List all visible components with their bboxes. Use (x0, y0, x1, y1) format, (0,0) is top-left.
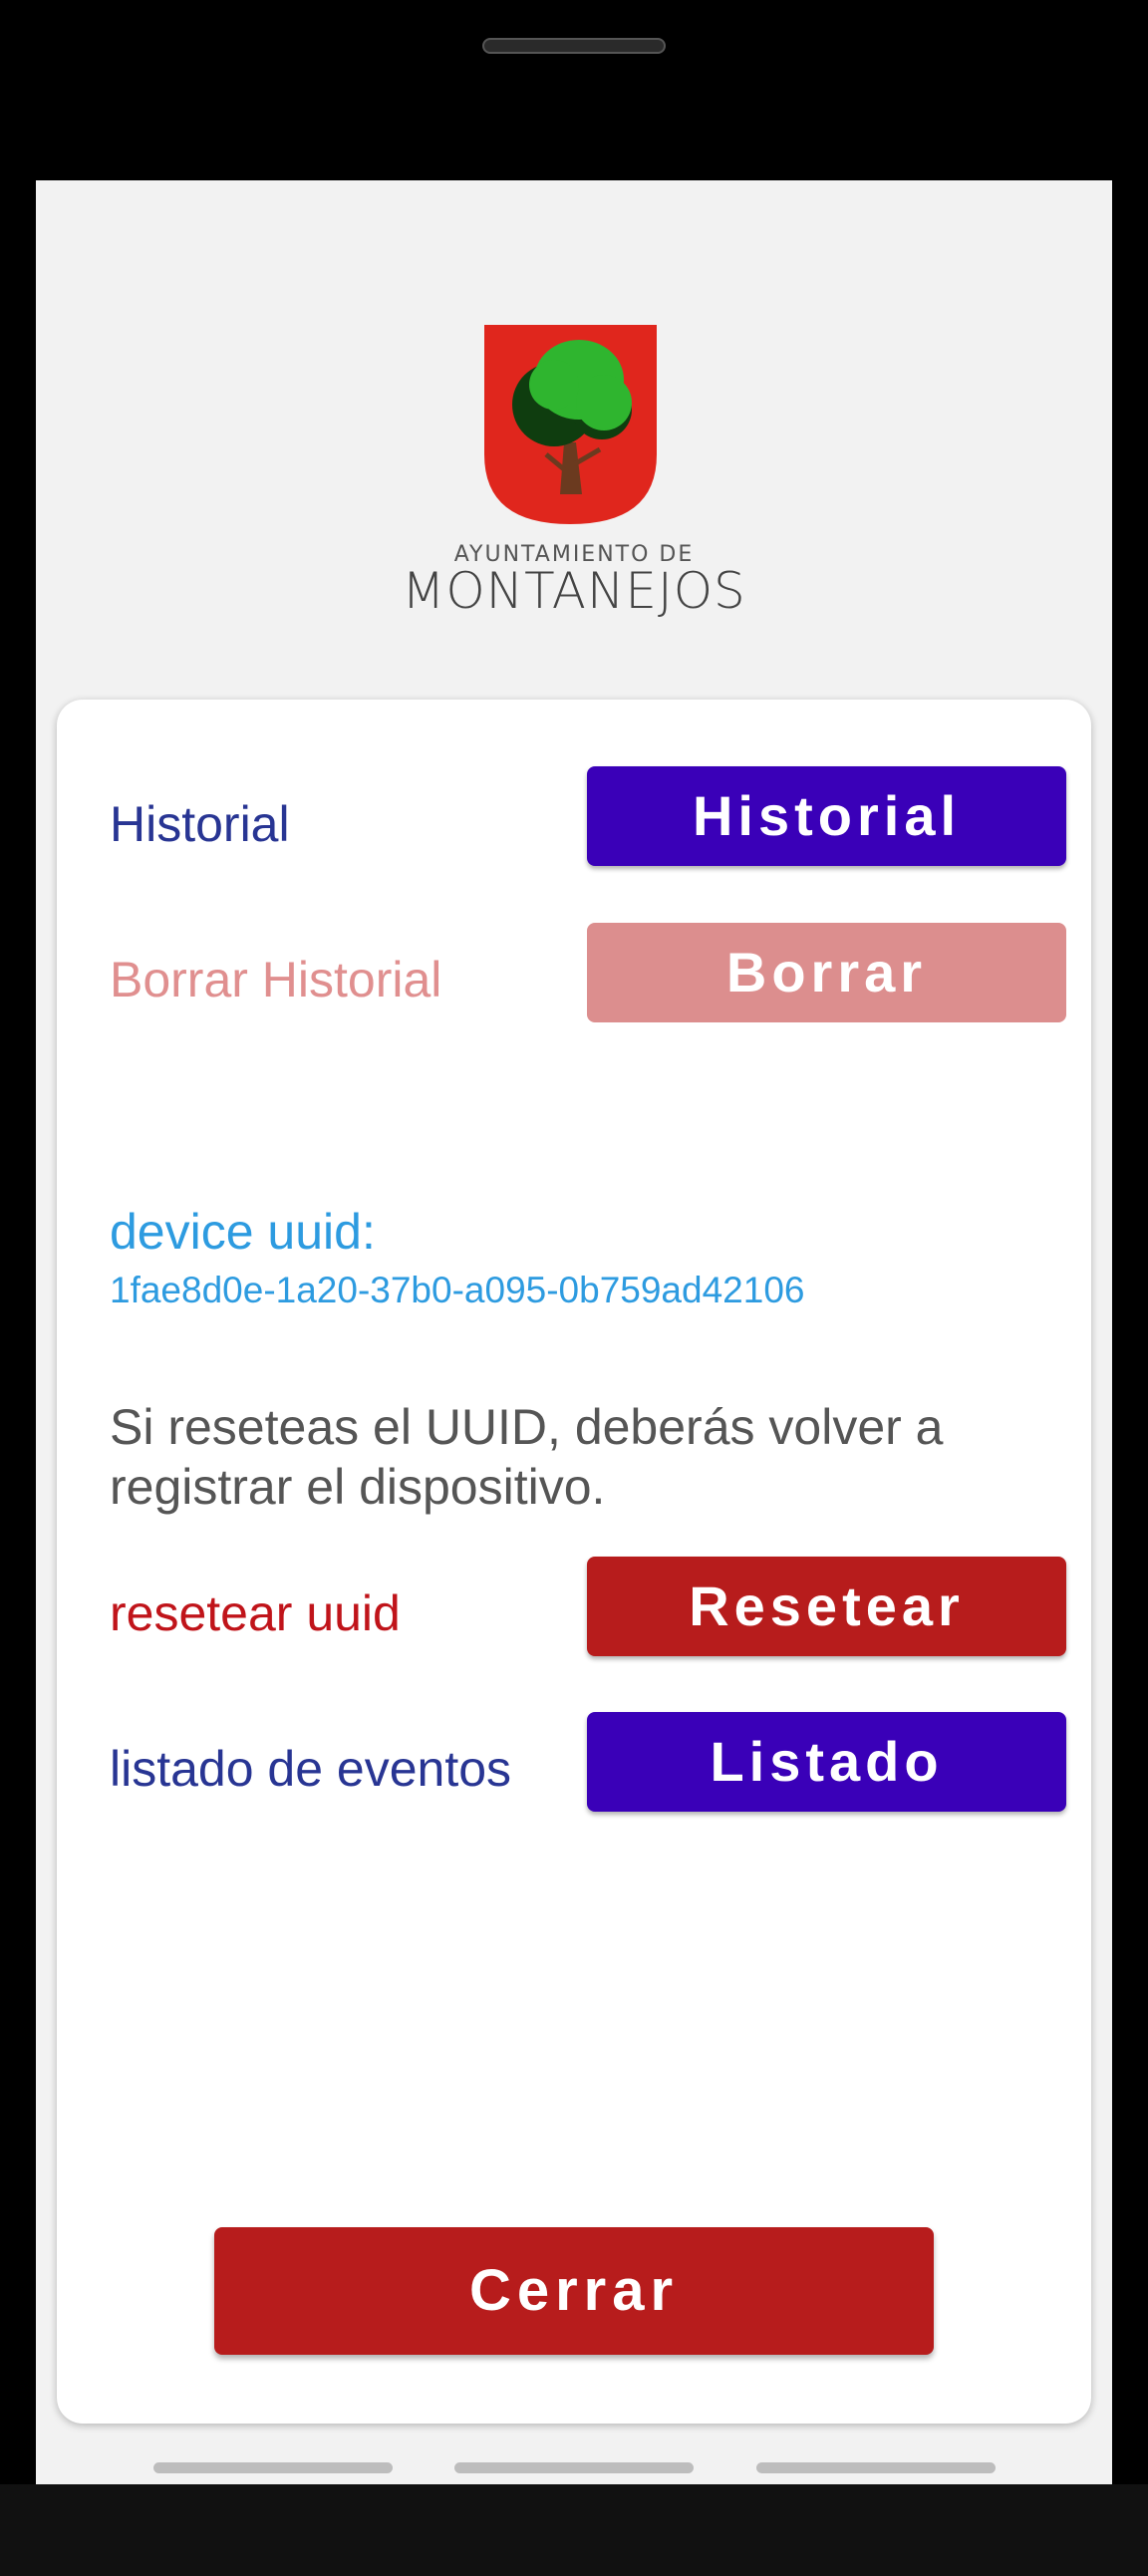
reset-warning-text: Si reseteas el UUID, deberás volver a re… (110, 1399, 944, 1515)
nav-handle-left[interactable] (153, 2462, 393, 2473)
cerrar-button[interactable]: Cerrar (214, 2227, 934, 2355)
coat-of-arms-tree-icon (484, 325, 657, 524)
listado-eventos-label: listado de eventos (110, 1741, 512, 1797)
resetear-button[interactable]: Resetear (587, 1557, 1066, 1656)
historial-label: Historial (110, 796, 290, 852)
borrar-button[interactable]: Borrar (587, 923, 1066, 1022)
historial-button[interactable]: Historial (587, 766, 1066, 866)
nav-handle-center[interactable] (454, 2462, 694, 2473)
device-uuid-value: 1fae8d0e-1a20-37b0-a095-0b759ad42106 (110, 1270, 805, 1310)
bottom-bezel (0, 2484, 1148, 2576)
navigation-bar (36, 2448, 1112, 2484)
logo-title: MONTANEJOS (402, 562, 746, 620)
settings-card: Historial Historial Borrar Historial Bor… (57, 700, 1091, 2424)
borrar-historial-label: Borrar Historial (110, 952, 442, 1007)
nav-handle-right[interactable] (756, 2462, 996, 2473)
speaker-grille (482, 38, 666, 54)
phone-frame: AYUNTAMIENTO DE MONTANEJOS Historial His… (0, 0, 1148, 2576)
device-uuid-label: device uuid: (110, 1204, 376, 1260)
app-screen: AYUNTAMIENTO DE MONTANEJOS Historial His… (36, 180, 1112, 2484)
resetear-uuid-label: resetear uuid (110, 1585, 401, 1641)
listado-button[interactable]: Listado (587, 1712, 1066, 1812)
